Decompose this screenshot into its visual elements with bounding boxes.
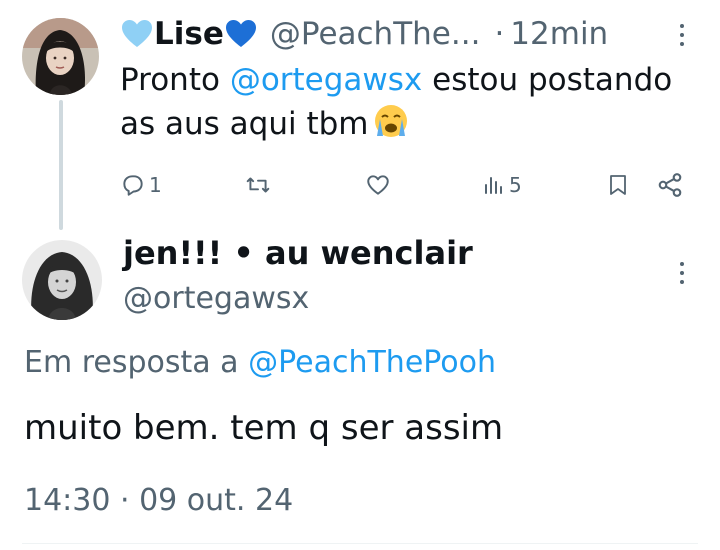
more-icon[interactable]: [675, 262, 689, 288]
reply-handle[interactable]: @PeachThe...: [270, 16, 481, 52]
retweet-icon: [246, 177, 270, 193]
reply-header: Lise @PeachThe... · 12min: [120, 12, 608, 56]
views-button[interactable]: 5: [482, 168, 522, 202]
blue-heart-emoji-icon: [225, 20, 256, 47]
reply-count: 1: [149, 173, 162, 197]
reply-button[interactable]: 1: [120, 168, 162, 202]
main-handle[interactable]: @ortegawsx: [123, 281, 309, 316]
like-button[interactable]: [364, 168, 392, 202]
views-count: 5: [509, 173, 522, 197]
bookmark-icon: [610, 175, 626, 195]
separator-dot: ·: [494, 16, 505, 52]
bookmark-button[interactable]: [606, 168, 630, 202]
views-chart-icon: [485, 177, 502, 194]
thread-connector-line: [59, 100, 63, 230]
share-button[interactable]: [656, 168, 684, 202]
mention-link[interactable]: @ortegawsx: [230, 62, 422, 98]
blue-heart-emoji-icon: [122, 20, 152, 47]
main-display-name[interactable]: jen!!! • au wenclair: [123, 234, 473, 272]
main-avatar[interactable]: [22, 240, 102, 320]
divider: [22, 543, 698, 544]
comment-icon: [123, 175, 143, 196]
loudly-crying-emoji-icon: [375, 105, 408, 137]
replying-to: Em resposta a @PeachThePooh: [24, 345, 496, 380]
reply-tweet[interactable]: Lise @PeachThe... · 12min Pronto @ortega…: [0, 0, 720, 222]
more-icon[interactable]: [675, 24, 689, 50]
reply-to-mention[interactable]: @PeachThePooh: [248, 345, 496, 380]
main-tweet-text: muito bem. tem q ser assim: [24, 408, 504, 448]
tweet-timestamp[interactable]: 14:30 · 09 out. 24: [24, 483, 293, 518]
heart-outline-icon: [367, 175, 389, 195]
reply-text: Pronto @ortegawsx estou postando as aus …: [120, 58, 680, 146]
reply-prefix: Em resposta a: [24, 345, 249, 380]
share-icon: [658, 173, 682, 197]
reply-time[interactable]: 12min: [510, 16, 608, 52]
retweet-button[interactable]: [244, 168, 272, 202]
reply-avatar[interactable]: [22, 18, 99, 95]
reply-actions: 1 5: [120, 168, 695, 202]
reply-text-start: Pronto: [120, 62, 230, 98]
reply-display-name[interactable]: Lise: [154, 16, 224, 52]
